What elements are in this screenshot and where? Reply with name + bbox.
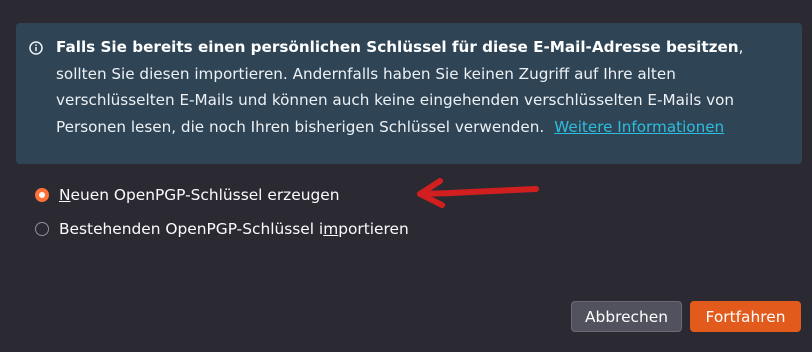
- radio-option-import-key[interactable]: Bestehenden OpenPGP-Schlüssel importiere…: [35, 220, 409, 238]
- continue-button[interactable]: Fortfahren: [690, 301, 801, 332]
- radio-option-generate-key[interactable]: Neuen OpenPGP-Schlüssel erzeugen: [35, 186, 339, 204]
- cancel-button[interactable]: Abbrechen: [571, 301, 682, 332]
- more-info-link[interactable]: Weitere Informationen: [554, 118, 724, 136]
- radio-label-import-key: Bestehenden OpenPGP-Schlüssel importiere…: [59, 220, 409, 238]
- radio-button-unselected[interactable]: [35, 222, 49, 236]
- info-text: Falls Sie bereits einen persönlichen Sch…: [56, 38, 743, 136]
- info-message-box: Falls Sie bereits einen persönlichen Sch…: [16, 23, 802, 164]
- info-icon: [29, 37, 43, 55]
- radio-button-selected[interactable]: [35, 188, 49, 202]
- info-bold-text: Falls Sie bereits einen persönlichen Sch…: [56, 38, 739, 56]
- radio-label-generate-key: Neuen OpenPGP-Schlüssel erzeugen: [59, 186, 340, 204]
- annotation-arrow-icon: [417, 178, 539, 208]
